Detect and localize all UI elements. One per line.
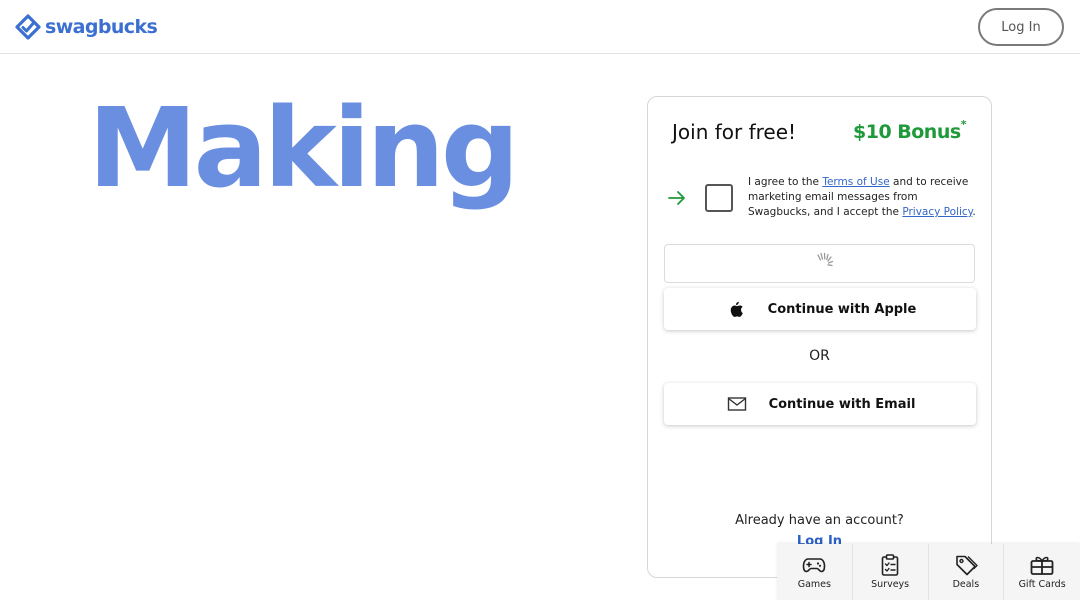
agreement-part1: I agree to the [748, 176, 823, 188]
apple-button-label: Continue with Apple [767, 301, 917, 317]
arrow-right-icon [668, 191, 685, 205]
or-divider: OR [809, 348, 830, 364]
privacy-policy-link[interactable]: Privacy Policy [902, 206, 972, 218]
gift-card-icon [1030, 556, 1054, 575]
nav-label-surveys: Surveys [871, 579, 910, 590]
header-login-button[interactable]: Log In [978, 8, 1064, 46]
logo-text: swagbucks [45, 16, 158, 38]
agreement-part3: . [972, 206, 976, 218]
signup-title: Join for free! [672, 120, 797, 144]
bottom-nav: Games Surveys Deals Gift Cards [777, 544, 1080, 600]
swagbucks-logo[interactable]: swagbucks [15, 13, 158, 41]
nav-item-deals[interactable]: Deals [929, 544, 1005, 600]
clipboard-icon [881, 554, 899, 576]
bonus-asterisk: * [960, 118, 967, 131]
nav-label-deals: Deals [952, 579, 980, 590]
top-bar: swagbucks Log In [0, 0, 1080, 54]
nav-label-games: Games [797, 579, 831, 590]
continue-with-email-button[interactable]: Continue with Email [664, 383, 976, 425]
email-button-label: Continue with Email [768, 396, 916, 412]
hero-headline: Making [88, 84, 520, 212]
already-have-account-text: Already have an account? [735, 513, 904, 528]
envelope-icon [727, 397, 747, 411]
loading-widget [664, 244, 975, 283]
bonus-text: $10 Bonus [853, 121, 961, 143]
agree-checkbox[interactable] [705, 184, 733, 212]
gamepad-icon [803, 558, 826, 573]
continue-with-apple-button[interactable]: Continue with Apple [664, 288, 976, 330]
nav-item-surveys[interactable]: Surveys [853, 544, 929, 600]
signup-card: Join for free! $10 Bonus* I agree to the… [647, 96, 992, 578]
spinner-icon [817, 252, 834, 267]
nav-item-games[interactable]: Games [777, 544, 853, 600]
tags-icon [956, 555, 978, 576]
apple-icon [730, 301, 743, 317]
swagbucks-logo-icon [15, 14, 41, 40]
bonus-badge: $10 Bonus* [853, 118, 967, 143]
agreement-text: I agree to the Terms of Use and to recei… [748, 175, 978, 220]
nav-label-gift-cards: Gift Cards [1018, 579, 1066, 590]
nav-item-gift-cards[interactable]: Gift Cards [1004, 544, 1080, 600]
terms-of-use-link[interactable]: Terms of Use [822, 176, 889, 188]
